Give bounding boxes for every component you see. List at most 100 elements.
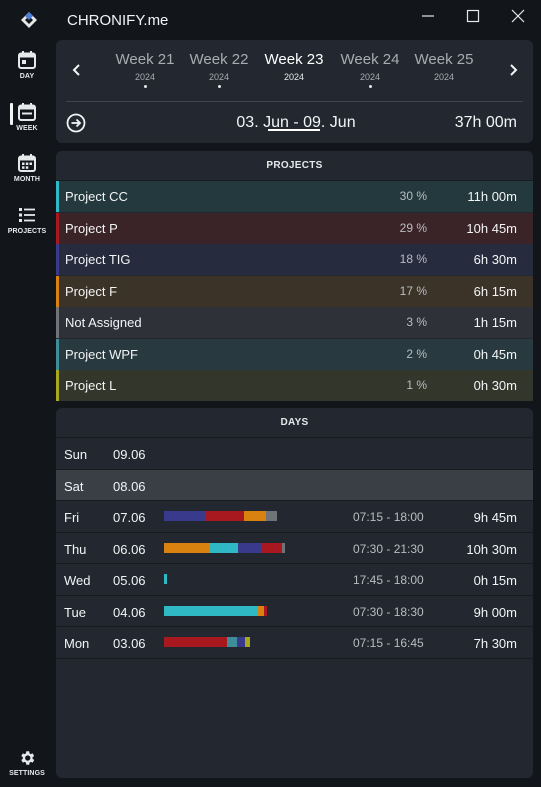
week-entries-dot (368, 85, 372, 88)
day-total: 9h 45m (473, 510, 517, 525)
sidebar-item-settings[interactable]: SETTINGS (0, 749, 54, 777)
week-year: 2024 (134, 72, 156, 82)
day-date: 07.06 (113, 510, 146, 525)
project-hours: 0h 30m (473, 378, 517, 393)
day-total: 9h 00m (473, 604, 517, 620)
project-row[interactable]: Not Assigned 3 % 1h 15m (56, 307, 533, 338)
day-time-range: 07:15 - 18:00 (353, 510, 424, 524)
day-name: Sun (64, 447, 88, 462)
project-percent: 3 % (406, 315, 427, 329)
projects-section-title: PROJECTS (56, 151, 533, 181)
day-time-range: 07:15 - 16:45 (353, 636, 424, 650)
days-panel: DAYS Sun 09.06 Sat 08.06 Fri 07.06 07:15… (56, 408, 533, 778)
day-name: Thu (64, 541, 87, 557)
project-percent: 17 % (399, 283, 427, 298)
sidebar-item-day[interactable]: DAY (0, 50, 54, 80)
list-icon (19, 208, 35, 222)
sidebar-item-month[interactable]: MONTH (0, 153, 54, 183)
day-bar-segment (261, 542, 282, 553)
day-row[interactable]: Tue 04.06 07:30 - 18:30 9h 00m (56, 596, 533, 627)
project-percent: 18 % (399, 252, 427, 266)
project-row[interactable]: Project WPF 2 % 0h 45m (56, 338, 533, 370)
day-time-bar (164, 574, 167, 584)
day-row[interactable]: Sat 08.06 (56, 469, 533, 501)
projects-panel: PROJECTS Project CC 30 % 11h 00m Project… (56, 151, 533, 401)
day-name: Wed (64, 573, 91, 588)
arrow-circle-right-icon[interactable] (66, 113, 86, 133)
day-bar-segment (264, 605, 267, 616)
sidebar-item-label: DAY (19, 73, 35, 80)
week-tab-23[interactable]: Week 23 2024 (257, 51, 331, 82)
sidebar-item-week[interactable]: WEEK (0, 102, 54, 132)
project-row[interactable]: Project CC 30 % 11h 00m (56, 181, 533, 212)
week-entries-dot (143, 85, 147, 88)
minimize-icon[interactable] (418, 6, 438, 26)
week-name: Week 24 (340, 51, 400, 68)
chevron-right-icon[interactable] (505, 62, 521, 78)
week-name: Week 23 (264, 51, 324, 68)
settings-label: SETTINGS (9, 770, 45, 777)
project-hours: 6h 15m (473, 283, 517, 299)
day-bar-segment (164, 511, 206, 521)
calendar-week-icon (18, 103, 36, 121)
project-hours: 1h 15m (473, 315, 517, 330)
day-time-bar (164, 637, 250, 647)
week-tab-24[interactable]: Week 24 2024 (333, 51, 407, 88)
week-selector-panel: Week 21 2024 Week 22 2024 Week 23 2024 W… (56, 40, 533, 143)
day-date: 03.06 (113, 636, 146, 651)
project-name: Project WPF (65, 346, 138, 362)
project-hours: 11h 00m (467, 189, 517, 204)
project-row[interactable]: Project TIG 18 % 6h 30m (56, 244, 533, 275)
week-tab-22[interactable]: Week 22 2024 (182, 51, 256, 88)
calendar-month-icon (18, 154, 36, 172)
day-row[interactable]: Fri 07.06 07:15 - 18:00 9h 45m (56, 501, 533, 533)
day-row[interactable]: Sun 09.06 (56, 438, 533, 470)
day-total: 7h 30m (473, 636, 517, 651)
week-year: 2024 (208, 72, 230, 82)
sidebar-item-label: MONTH (13, 176, 41, 183)
week-tab-25[interactable]: Week 25 2024 (407, 51, 481, 82)
day-bar-segment (164, 542, 210, 553)
day-row[interactable]: Wed 05.06 17:45 - 18:00 0h 15m (56, 564, 533, 596)
day-time-range: 07:30 - 21:30 (353, 541, 424, 556)
day-bar-segment (238, 542, 261, 553)
project-name: Project CC (65, 189, 128, 204)
day-bar-segment (206, 511, 244, 521)
week-date-range: 03. Jun - 09. Jun (236, 114, 356, 131)
day-bar-segment (245, 637, 250, 647)
projects-list: Project CC 30 % 11h 00m Project P 29 % 1… (56, 181, 533, 401)
day-bar-segment (164, 574, 167, 584)
app-title: CHRONIFY.me (67, 12, 169, 29)
day-row[interactable]: Thu 06.06 07:30 - 21:30 10h 30m (56, 533, 533, 564)
day-time-bar (164, 542, 285, 553)
close-icon[interactable] (508, 6, 528, 26)
week-name: Week 25 (414, 51, 474, 68)
week-year: 2024 (359, 72, 381, 82)
day-name: Sat (64, 478, 84, 494)
project-row[interactable]: Project P 29 % 10h 45m (56, 212, 533, 244)
day-row[interactable]: Mon 03.06 07:15 - 16:45 7h 30m (56, 627, 533, 659)
project-percent: 1 % (406, 378, 427, 392)
sidebar-item-projects[interactable]: PROJECTS (0, 205, 54, 235)
maximize-icon[interactable] (463, 6, 483, 26)
week-entries-dot (217, 85, 221, 88)
gear-icon (21, 751, 35, 765)
project-percent: 30 % (399, 189, 427, 203)
day-time-bar (164, 511, 277, 521)
day-time-range: 07:30 - 18:30 (353, 604, 424, 619)
chevron-left-icon[interactable] (69, 62, 85, 78)
project-name: Project TIG (65, 252, 131, 267)
calendar-day-icon (18, 51, 36, 69)
project-row[interactable]: Project F 17 % 6h 15m (56, 275, 533, 307)
day-total: 0h 15m (473, 573, 517, 588)
project-percent: 29 % (399, 220, 427, 235)
week-name: Week 22 (189, 51, 249, 68)
project-row[interactable]: Project L 1 % 0h 30m (56, 370, 533, 401)
project-name: Project L (65, 378, 117, 393)
week-name: Week 21 (115, 51, 175, 68)
project-name: Project P (65, 220, 118, 236)
week-tab-21[interactable]: Week 21 2024 (108, 51, 182, 88)
week-total-hours: 37h 00m (454, 114, 517, 131)
day-name: Fri (64, 510, 80, 525)
day-time-range: 17:45 - 18:00 (353, 573, 424, 587)
